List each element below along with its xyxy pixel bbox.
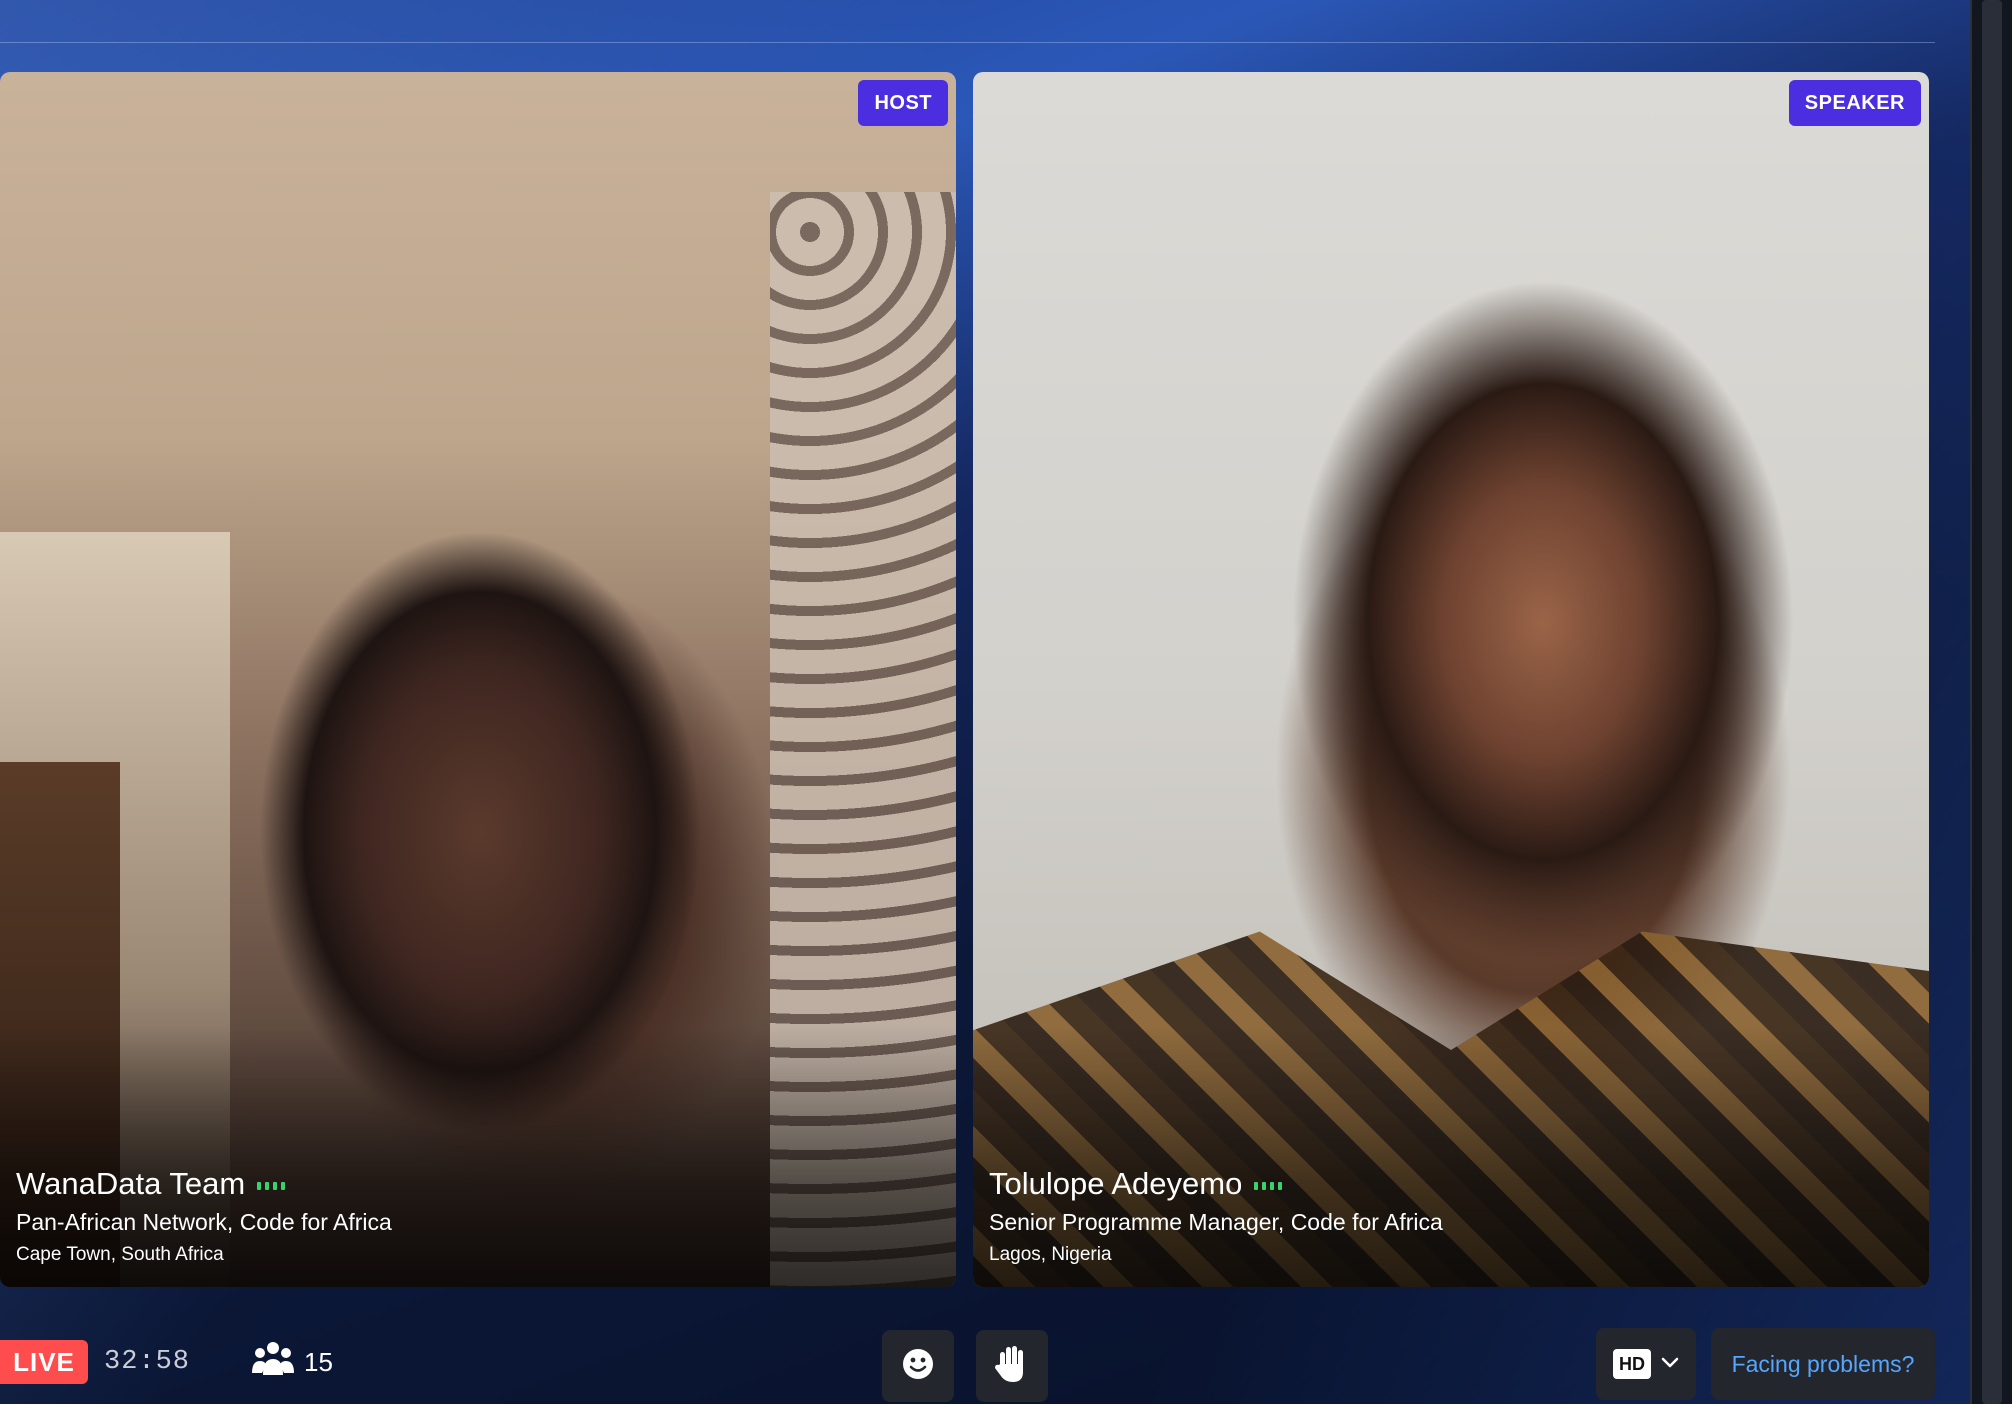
participant-info: Tolulope Adeyemo Senior Programme Manage… xyxy=(989,1165,1443,1269)
hd-label: HD xyxy=(1613,1349,1651,1379)
smiley-icon xyxy=(901,1347,935,1386)
facing-problems-button[interactable]: Facing problems? xyxy=(1711,1328,1935,1400)
chevron-down-icon xyxy=(1661,1355,1679,1373)
emoji-reaction-button[interactable] xyxy=(882,1330,954,1402)
role-badge: HOST xyxy=(858,80,948,126)
people-icon xyxy=(252,1341,294,1384)
raise-hand-button[interactable] xyxy=(976,1330,1048,1402)
audio-level-icon xyxy=(1254,1182,1283,1190)
role-badge: SPEAKER xyxy=(1788,80,1921,126)
attendee-count-button[interactable]: 15 xyxy=(252,1338,333,1386)
live-badge: LIVE xyxy=(0,1340,88,1384)
quality-selector[interactable]: HD xyxy=(1596,1328,1696,1400)
hand-icon xyxy=(995,1344,1029,1389)
header-divider xyxy=(0,42,1935,43)
video-tile-speaker[interactable]: SPEAKER Tolulope Adeyemo Senior Programm… xyxy=(973,72,1929,1287)
participant-location: Cape Town, South Africa xyxy=(16,1244,224,1265)
elapsed-timer: 32:58 xyxy=(104,1347,191,1377)
attendee-count: 15 xyxy=(304,1346,333,1377)
participant-title: Senior Programme Manager, Code for Afric… xyxy=(989,1209,1443,1235)
participant-info: WanaData Team Pan-African Network, Code … xyxy=(16,1165,392,1269)
video-tile-host[interactable]: HOST WanaData Team Pan-African Network, … xyxy=(0,72,956,1287)
audio-level-icon xyxy=(257,1182,286,1190)
control-bar: LIVE 32:58 15 HD Facing problems? xyxy=(0,1320,1970,1404)
scrollbar[interactable] xyxy=(1982,0,2002,1404)
participant-name: Tolulope Adeyemo xyxy=(989,1166,1243,1201)
participant-name: WanaData Team xyxy=(16,1166,246,1201)
stream-stage: HOST WanaData Team Pan-African Network, … xyxy=(0,0,1970,1404)
participant-title: Pan-African Network, Code for Africa xyxy=(16,1209,392,1235)
participant-location: Lagos, Nigeria xyxy=(989,1244,1112,1265)
